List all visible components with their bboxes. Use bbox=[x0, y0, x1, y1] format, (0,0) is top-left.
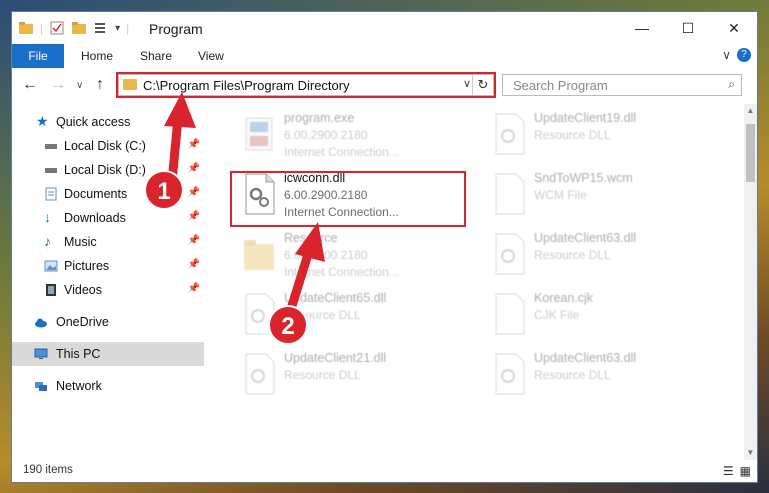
search-box[interactable]: ⌕ bbox=[502, 74, 742, 96]
pin-icon[interactable]: 📌 bbox=[188, 187, 200, 198]
drive-icon bbox=[45, 168, 57, 173]
scroll-thumb[interactable] bbox=[746, 124, 755, 182]
folder-icon bbox=[244, 240, 274, 270]
sidebar-item-network[interactable]: Network bbox=[12, 374, 204, 398]
minimize-button[interactable]: — bbox=[619, 12, 665, 44]
up-arrow-icon[interactable]: ↑ bbox=[96, 76, 104, 94]
navigation-pane: ★ Quick access Local Disk (C:) 📌 Local D… bbox=[12, 104, 204, 460]
details-view-icon[interactable]: ☰ bbox=[723, 464, 734, 478]
status-bar: 190 items ☰ ▦ bbox=[12, 460, 757, 482]
help-icon[interactable]: ? bbox=[737, 48, 751, 62]
explorer-window: | ▾ | Program — ☐ ✕ File Home Share View… bbox=[12, 12, 757, 482]
star-icon: ★ bbox=[36, 113, 49, 129]
qat-dropdown-icon[interactable]: ▾ bbox=[115, 23, 120, 34]
title-bar: | ▾ | Program — ☐ ✕ bbox=[12, 12, 757, 44]
back-arrow-icon[interactable]: ← bbox=[22, 76, 38, 94]
file-item[interactable]: Korean.cjk CJK File bbox=[488, 288, 723, 346]
tab-home[interactable]: Home bbox=[81, 44, 113, 68]
customize-icon[interactable] bbox=[93, 20, 109, 36]
file-highlight-box bbox=[230, 171, 466, 227]
pin-icon[interactable]: 📌 bbox=[188, 163, 200, 174]
dll-file-icon bbox=[495, 353, 525, 395]
sidebar-item-pictures[interactable]: Pictures 📌 bbox=[12, 254, 204, 278]
separator: | bbox=[40, 21, 44, 35]
properties-icon[interactable] bbox=[49, 20, 65, 36]
scroll-up-icon[interactable]: ▲ bbox=[744, 104, 757, 118]
large-icons-view-icon[interactable]: ▦ bbox=[740, 464, 751, 478]
dll-file-icon bbox=[495, 233, 525, 275]
music-icon: ♪ bbox=[44, 233, 51, 249]
pin-icon[interactable]: 📌 bbox=[188, 283, 200, 294]
dll-file-icon bbox=[245, 353, 275, 395]
file-item[interactable]: UpdateClient19.dll Resource DLL bbox=[488, 108, 723, 166]
pictures-icon bbox=[44, 260, 58, 272]
window-controls: — ☐ ✕ bbox=[619, 12, 757, 44]
recent-locations-icon[interactable]: ∨ bbox=[76, 80, 83, 91]
videos-icon bbox=[46, 284, 56, 296]
expand-ribbon-icon[interactable]: ∨ bbox=[722, 48, 731, 62]
sidebar-item-quick-access[interactable]: ★ Quick access bbox=[12, 110, 204, 134]
file-item[interactable]: program.exe 6.00.2900.2180 Internet Conn… bbox=[238, 108, 473, 166]
file-item[interactable]: UpdateClient63.dll Resource DLL bbox=[488, 348, 723, 406]
search-icon[interactable]: ⌕ bbox=[728, 77, 735, 92]
computer-icon bbox=[34, 348, 48, 359]
network-icon bbox=[35, 382, 47, 391]
download-icon: ↓ bbox=[44, 209, 51, 225]
view-buttons: ☰ ▦ bbox=[723, 464, 751, 478]
search-input[interactable] bbox=[511, 77, 715, 94]
tab-file[interactable]: File bbox=[12, 44, 64, 68]
file-item[interactable]: UpdateClient65.dll Resource DLL bbox=[238, 288, 473, 346]
ribbon-tabs: File Home Share View ∨ ? bbox=[12, 44, 757, 68]
pin-icon[interactable]: 📌 bbox=[188, 139, 200, 150]
maximize-button[interactable]: ☐ bbox=[665, 12, 711, 44]
navigation-bar: ← → ∨ ↑ C:\Program Files\Program Directo… bbox=[12, 68, 757, 105]
file-item[interactable]: Resource 6.00.2900.2180 Internet Connect… bbox=[238, 228, 473, 286]
file-item[interactable]: SndToWP15.wcm WCM File bbox=[488, 168, 723, 226]
file-list: program.exe 6.00.2900.2180 Internet Conn… bbox=[204, 104, 744, 460]
new-folder-icon[interactable] bbox=[71, 20, 87, 36]
file-item[interactable]: UpdateClient63.dll Resource DLL bbox=[488, 228, 723, 286]
dll-file-icon bbox=[495, 113, 525, 155]
file-icon bbox=[495, 293, 525, 335]
sidebar-item-onedrive[interactable]: OneDrive bbox=[12, 310, 204, 334]
file-icon bbox=[495, 173, 525, 215]
sidebar-item-local-disk-c[interactable]: Local Disk (C:) 📌 bbox=[12, 134, 204, 158]
forward-arrow-icon[interactable]: → bbox=[50, 76, 66, 94]
separator: | bbox=[126, 21, 130, 35]
sidebar-item-videos[interactable]: Videos 📌 bbox=[12, 278, 204, 302]
scroll-down-icon[interactable]: ▼ bbox=[744, 446, 757, 460]
pin-icon[interactable]: 📌 bbox=[188, 259, 200, 270]
documents-icon bbox=[45, 187, 57, 201]
file-item[interactable]: UpdateClient21.dll Resource DLL bbox=[238, 348, 473, 406]
vertical-scrollbar[interactable]: ▲ ▼ bbox=[744, 104, 757, 460]
exe-file-icon bbox=[245, 117, 273, 151]
pin-icon[interactable]: 📌 bbox=[188, 235, 200, 246]
pin-icon[interactable]: 📌 bbox=[188, 211, 200, 222]
sidebar-item-this-pc[interactable]: This PC bbox=[12, 342, 204, 366]
quick-access-toolbar: | ▾ | bbox=[18, 20, 129, 36]
tab-view[interactable]: View bbox=[198, 44, 224, 68]
close-button[interactable]: ✕ bbox=[711, 12, 757, 44]
folder-icon bbox=[19, 22, 33, 34]
item-count: 190 items bbox=[23, 464, 73, 476]
cloud-icon bbox=[35, 318, 47, 328]
dll-file-icon bbox=[245, 293, 275, 335]
sidebar-item-downloads[interactable]: ↓ Downloads 📌 bbox=[12, 206, 204, 230]
window-title: Program bbox=[149, 21, 203, 37]
tab-share[interactable]: Share bbox=[140, 44, 172, 68]
drive-icon bbox=[45, 144, 57, 149]
sidebar-item-local-disk-d[interactable]: Local Disk (D:) 📌 bbox=[12, 158, 204, 182]
sidebar-item-music[interactable]: ♪ Music 📌 bbox=[12, 230, 204, 254]
sidebar-item-documents[interactable]: Documents 📌 bbox=[12, 182, 204, 206]
address-highlight-box bbox=[116, 72, 496, 98]
